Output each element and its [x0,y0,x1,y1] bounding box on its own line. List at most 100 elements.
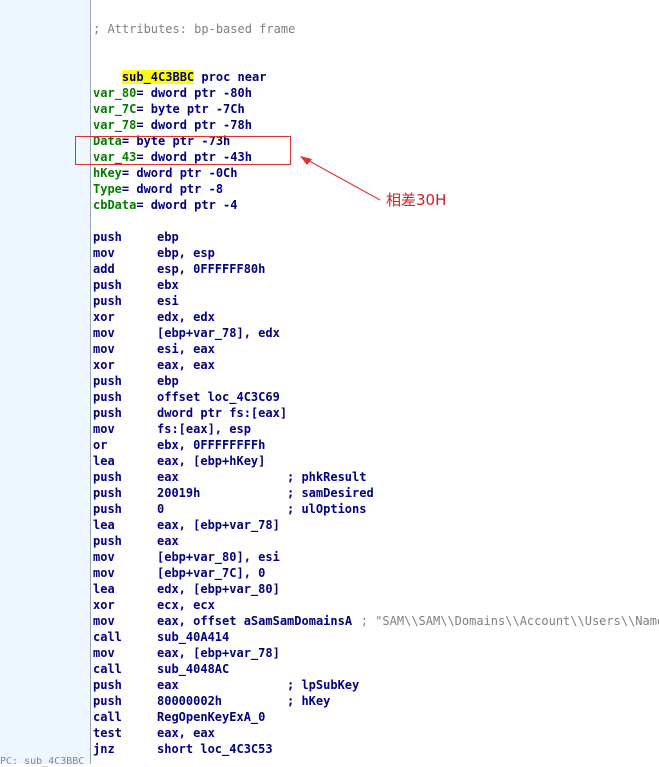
instruction-line[interactable]: push 20019h ; samDesired [93,485,374,501]
instruction-line[interactable]: xor eax, eax [93,357,215,373]
instruction-line[interactable]: lea eax, [ebp+var_78] [93,517,280,533]
stack-var-line: hKey= dword ptr -0Ch [93,165,238,181]
mnemonic: push [93,406,122,420]
instruction-line[interactable]: push ebx [93,277,179,293]
mnemonic: push [93,470,122,484]
instruction-line[interactable]: call RegOpenKeyExA_0 [93,709,265,725]
mnemonic: xor [93,358,115,372]
disassembly-listing[interactable]: ; Attributes: bp-based frame sub_4C3BBC … [93,21,659,764]
instruction-line[interactable]: push offset loc_4C3C69 [93,389,280,405]
attributes-comment: ; Attributes: bp-based frame [93,22,296,36]
stack-var-def: = dword ptr -0Ch [121,166,238,180]
instruction-line[interactable]: call sub_40A414 [93,629,229,645]
proc-rest: proc near [201,70,267,84]
operands: eax [157,678,179,692]
instruction-comment: ; phkResult [287,470,367,484]
operands: dword ptr fs:[eax] [157,406,288,420]
mnemonic: push [93,694,122,708]
instruction-line[interactable]: push ebp [93,229,179,245]
operands: eax [157,470,179,484]
instruction-line[interactable]: push eax ; phkResult [93,469,366,485]
instruction-line[interactable]: call sub_4048AC [93,661,229,677]
operands: eax, offset aSamSamDomainsA [157,614,353,628]
instruction-line[interactable]: push esi [93,293,179,309]
instruction-line[interactable]: mov esi, eax [93,341,215,357]
operands: eax, [ebp+hKey] [157,454,266,468]
stack-var-name[interactable]: hKey [93,166,122,180]
operands: 0 [157,502,165,516]
operands: esp, 0FFFFFF80h [157,262,266,276]
mnemonic: push [93,502,122,516]
instruction-line[interactable]: push dword ptr fs:[eax] [93,405,287,421]
instruction-line[interactable]: lea edx, [ebp+var_80] [93,581,280,597]
instruction-line[interactable]: or ebx, 0FFFFFFFFh [93,437,265,453]
operands: eax, [ebp+var_78] [157,646,280,660]
stack-var-name[interactable]: Type [93,182,122,196]
instruction-line[interactable]: mov [ebp+var_7C], 0 [93,565,265,581]
mnemonic: jnz [93,742,115,756]
stack-var-name[interactable]: var_7C [93,102,136,116]
mnemonic: xor [93,310,115,324]
instruction-comment: ; samDesired [287,486,374,500]
operands: eax, eax [157,726,215,740]
operands: short loc_4C3C53 [157,742,273,756]
operands: RegOpenKeyExA_0 [157,710,266,724]
proc-header: sub_4C3BBC proc near [93,53,266,84]
instruction-line[interactable]: mov eax, offset aSamSamDomainsA ; "SAM\\SA… [93,613,659,629]
instruction-line[interactable]: push eax ; lpSubKey [93,677,359,693]
mnemonic: lea [93,518,115,532]
annotation-arrow [300,156,381,201]
stack-var-name[interactable]: var_78 [93,118,136,132]
mnemonic: call [93,630,122,644]
operands: ebp, esp [157,246,215,260]
mnemonic: mov [93,550,115,564]
mnemonic: mov [93,326,115,340]
mnemonic: mov [93,342,115,356]
instruction-line[interactable]: mov eax, [ebp+var_78] [93,645,280,661]
mnemonic: or [93,438,108,452]
instruction-line[interactable]: mov [ebp+var_80], esi [93,549,280,565]
stack-var-def: = dword ptr -80h [136,86,252,100]
address-gutter [0,0,91,764]
instruction-line[interactable]: mov fs:[eax], esp [93,421,251,437]
mnemonic: lea [93,454,115,468]
operands: [ebp+var_7C], 0 [157,566,266,580]
operands: eax [157,534,179,548]
instruction-comment: ; hKey [287,694,331,708]
mnemonic: mov [93,246,115,260]
mnemonic: mov [93,566,115,580]
mnemonic: mov [93,646,115,660]
mnemonic: call [93,710,122,724]
offset-difference-note: 相差30H [386,191,447,209]
stack-var-def: = byte ptr -7Ch [136,102,245,116]
instruction-line[interactable]: push ebp [93,373,179,389]
instruction-line[interactable]: mov [ebp+var_78], edx [93,325,280,341]
instruction-line[interactable]: xor ecx, ecx [93,597,215,613]
instruction-line[interactable]: push 80000002h ; hKey [93,693,330,709]
mnemonic: push [93,230,122,244]
mnemonic: xor [93,598,115,612]
instruction-line[interactable]: mov ebp, esp [93,245,215,261]
stack-var-name[interactable]: cbData [93,198,136,212]
operands: [ebp+var_78], edx [157,326,280,340]
instruction-line[interactable]: test eax, eax [93,725,215,741]
instruction-line[interactable]: lea eax, [ebp+hKey] [93,453,265,469]
operands: offset loc_4C3C69 [157,390,280,404]
instruction-line[interactable]: add esp, 0FFFFFF80h [93,261,265,277]
stack-var-name[interactable]: var_80 [93,86,136,100]
instruction-comment: ; "SAM\\SAM\\Domains\\Account\\Users\\Na… [360,614,659,628]
instruction-line[interactable]: push eax [93,533,179,549]
stack-var-line: var_7C= byte ptr -7Ch [93,101,245,117]
mnemonic: call [93,662,122,676]
instruction-line[interactable]: push 0 ; ulOptions [93,501,366,517]
instruction-line[interactable]: xor edx, edx [93,309,215,325]
instruction-line[interactable]: jnz short loc_4C3C53 [93,741,273,757]
mnemonic: push [93,678,122,692]
stack-var-line: var_78= dword ptr -78h [93,117,252,133]
operands: 20019h [157,486,201,500]
operands: esi [157,294,179,308]
mnemonic: lea [93,582,115,596]
mnemonic: add [93,262,115,276]
proc-name[interactable]: sub_4C3BBC [121,70,195,84]
operands: eax, eax [157,358,215,372]
